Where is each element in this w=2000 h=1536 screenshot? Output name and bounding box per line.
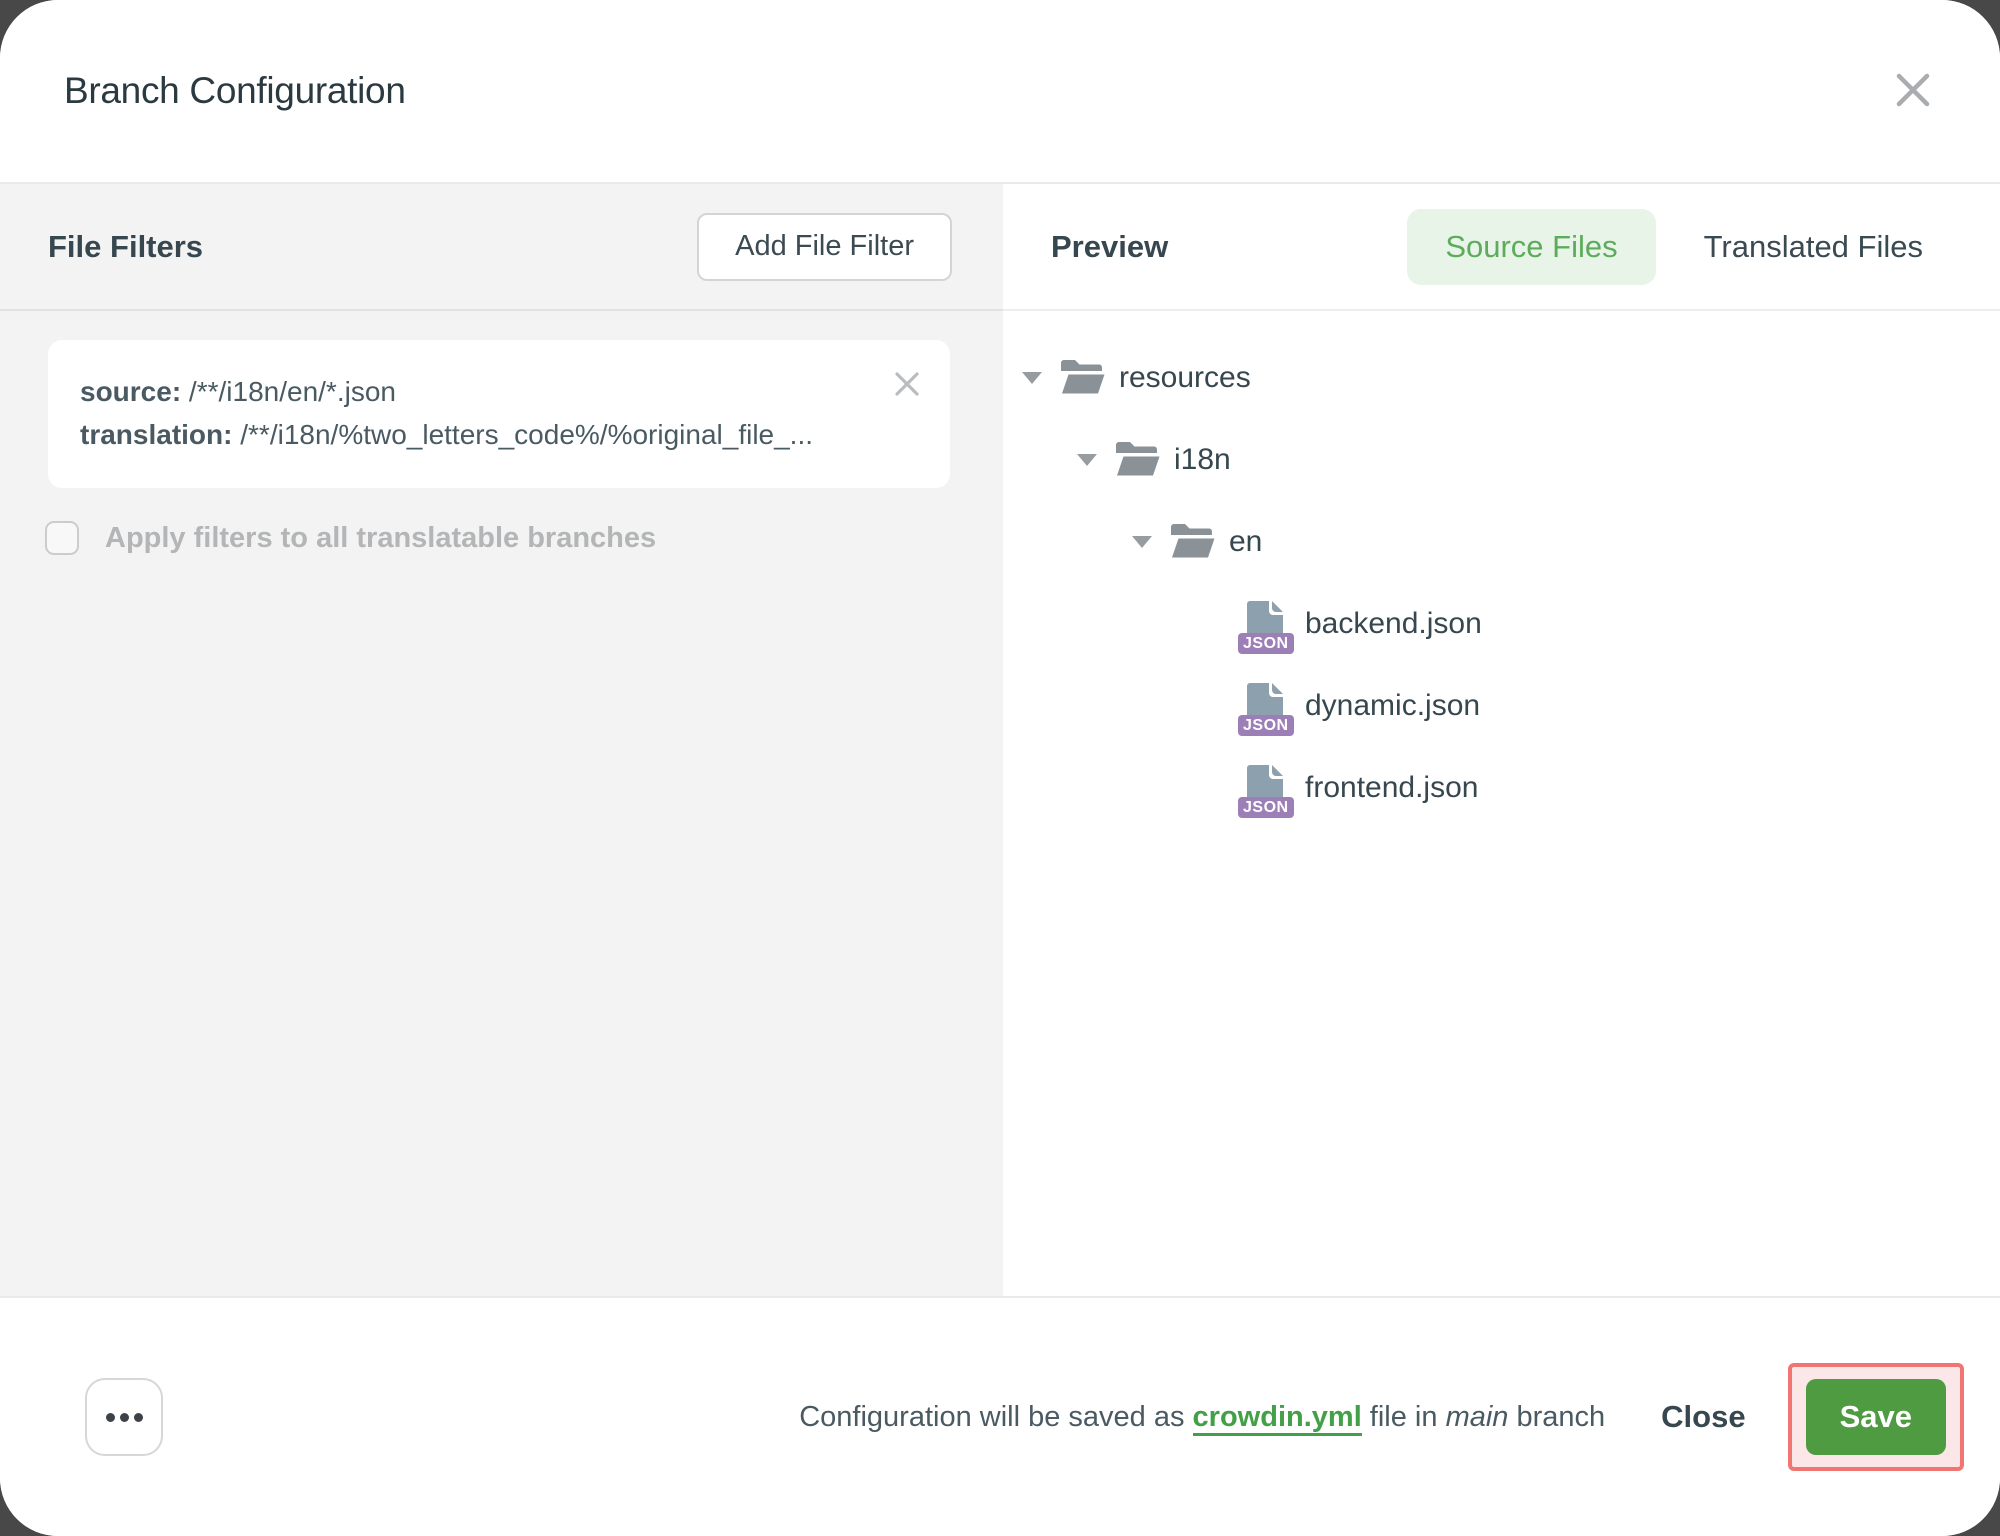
close-icon	[891, 368, 923, 403]
tree-row-file[interactable]: JSON frontend.json	[1003, 747, 2000, 829]
filter-translation-value: /**/i18n/%two_letters_code%/%original_fi…	[232, 419, 813, 450]
save-location-message: Configuration will be saved as crowdin.y…	[799, 1401, 1605, 1434]
close-button[interactable]: Close	[1661, 1399, 1745, 1435]
apply-filters-checkbox[interactable]	[45, 521, 79, 555]
json-format-badge: JSON	[1238, 797, 1294, 818]
filter-source-line: source: /**/i18n/en/*.json	[80, 370, 880, 413]
ellipsis-icon	[106, 1413, 143, 1422]
tree-file-label: frontend.json	[1305, 771, 1478, 805]
file-filters-header: File Filters Add File Filter	[0, 184, 1003, 311]
tree-folder-label: i18n	[1174, 443, 1231, 477]
filter-translation-label: translation:	[80, 419, 232, 450]
dialog-close-button[interactable]	[1890, 68, 1936, 114]
filter-translation-line: translation: /**/i18n/%two_letters_code%…	[80, 413, 880, 456]
chevron-down-icon[interactable]	[1022, 372, 1042, 384]
chevron-down-icon[interactable]	[1077, 454, 1097, 466]
preview-header: Preview Source Files Translated Files	[1003, 184, 2000, 311]
branch-configuration-dialog: Branch Configuration File Filters Add Fi…	[0, 0, 2000, 1536]
tree-folder-label: en	[1229, 525, 1262, 559]
tab-translated-files[interactable]: Translated Files	[1704, 229, 1923, 265]
filter-source-label: source:	[80, 376, 181, 407]
chevron-down-icon[interactable]	[1132, 536, 1152, 548]
dialog-header: Branch Configuration	[0, 0, 2000, 184]
dialog-footer: Configuration will be saved as crowdin.y…	[0, 1296, 2000, 1536]
file-tree: resources i18n en	[1003, 311, 2000, 829]
file-filters-heading: File Filters	[48, 229, 203, 265]
remove-filter-button[interactable]	[890, 368, 924, 402]
tree-row-folder[interactable]: i18n	[1003, 419, 2000, 501]
dialog-title: Branch Configuration	[64, 70, 406, 112]
tree-row-file[interactable]: JSON backend.json	[1003, 583, 2000, 665]
tree-row-file[interactable]: JSON dynamic.json	[1003, 665, 2000, 747]
tree-folder-label: resources	[1119, 361, 1251, 395]
folder-open-icon	[1114, 439, 1160, 482]
more-options-button[interactable]	[85, 1378, 163, 1456]
preview-heading: Preview	[1051, 229, 1168, 265]
message-prefix: Configuration will be saved as	[799, 1401, 1192, 1433]
tree-file-label: dynamic.json	[1305, 689, 1480, 723]
json-file-icon: JSON	[1245, 599, 1285, 649]
dialog-body: File Filters Add File Filter source: /**…	[0, 184, 2000, 1296]
tree-file-label: backend.json	[1305, 607, 1482, 641]
folder-open-icon	[1169, 521, 1215, 564]
file-filter-card: source: /**/i18n/en/*.json translation: …	[48, 340, 950, 488]
preview-tabs: Source Files Translated Files	[1407, 209, 1923, 285]
tab-source-files[interactable]: Source Files	[1407, 209, 1655, 285]
tree-row-folder[interactable]: resources	[1003, 337, 2000, 419]
json-format-badge: JSON	[1238, 715, 1294, 736]
json-file-icon: JSON	[1245, 763, 1285, 813]
message-middle: file in	[1362, 1401, 1446, 1433]
close-icon	[1892, 69, 1934, 114]
save-button[interactable]: Save	[1806, 1379, 1946, 1455]
json-format-badge: JSON	[1238, 633, 1294, 654]
tree-row-folder[interactable]: en	[1003, 501, 2000, 583]
apply-filters-row: Apply filters to all translatable branch…	[45, 521, 955, 555]
folder-open-icon	[1059, 357, 1105, 400]
save-button-highlight-annotation: Save	[1788, 1363, 1964, 1471]
file-filters-panel: File Filters Add File Filter source: /**…	[0, 184, 1003, 1296]
add-file-filter-button[interactable]: Add File Filter	[697, 213, 952, 281]
message-suffix: branch	[1508, 1401, 1605, 1433]
branch-name: main	[1446, 1401, 1509, 1433]
apply-filters-label: Apply filters to all translatable branch…	[105, 522, 656, 555]
json-file-icon: JSON	[1245, 681, 1285, 731]
filter-source-value: /**/i18n/en/*.json	[181, 376, 396, 407]
crowdin-yml-link[interactable]: crowdin.yml	[1193, 1401, 1362, 1436]
preview-panel: Preview Source Files Translated Files re…	[1003, 184, 2000, 1296]
